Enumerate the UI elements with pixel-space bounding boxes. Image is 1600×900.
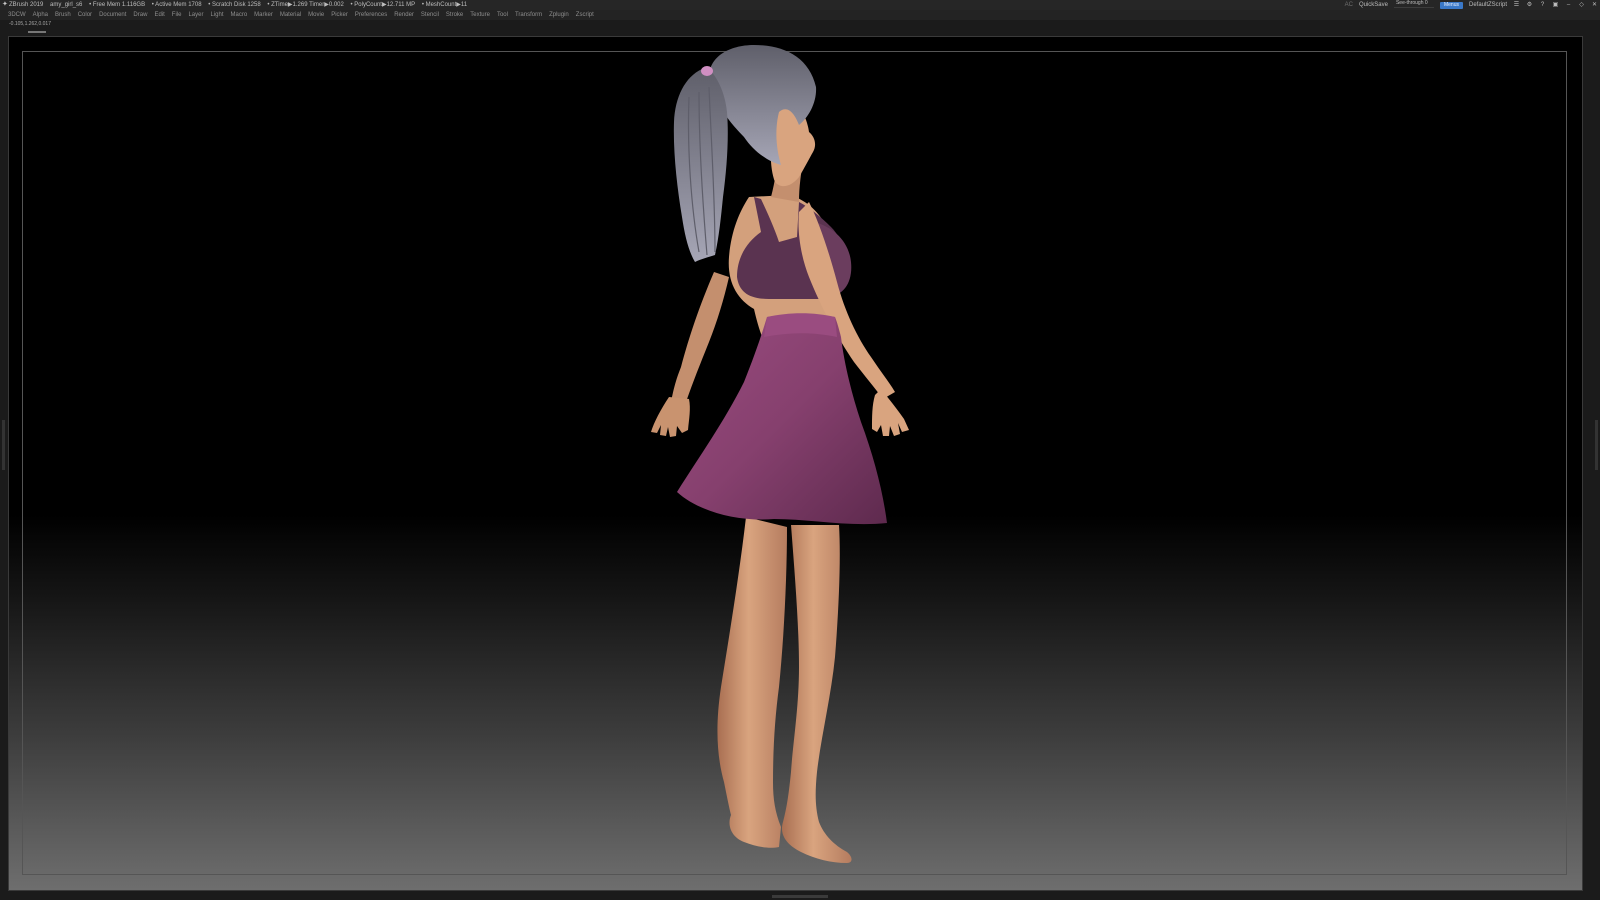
menu-item-stroke[interactable]: Stroke [446, 10, 463, 20]
script-button[interactable]: DefaultZScript [1469, 0, 1507, 10]
status-info: ZBrush 2019 amy_girl_s6 • Free Mem 1.116… [9, 0, 472, 10]
menu-item-preferences[interactable]: Preferences [355, 10, 387, 20]
menu-item-marker[interactable]: Marker [254, 10, 273, 20]
close-icon[interactable]: ✕ [1591, 2, 1598, 9]
maximize-icon[interactable]: ◇ [1578, 2, 1585, 9]
menu-item-zplugin[interactable]: Zplugin [549, 10, 569, 20]
layout-icon[interactable]: ☰ [1513, 2, 1520, 9]
document-tab-handle[interactable] [28, 31, 46, 33]
left-leg [717, 517, 787, 848]
zbrush-logo-icon: ✦ [2, 1, 8, 8]
menu-item-texture[interactable]: Texture [470, 10, 490, 20]
menu-item-transform[interactable]: Transform [515, 10, 542, 20]
left-hand [651, 397, 690, 437]
right-tray-handle[interactable] [1595, 420, 1598, 470]
minimize-icon[interactable]: – [1565, 2, 1572, 9]
character-model[interactable] [9, 37, 1582, 890]
meshcount: • MeshCount▶11 [421, 2, 468, 8]
right-leg [781, 525, 852, 863]
left-arm [671, 272, 729, 405]
free-mem: • Free Mem 1.116GB [89, 2, 146, 8]
menu-item-file[interactable]: File [172, 10, 182, 20]
see-through-track [1393, 7, 1434, 8]
scratch-disk: • Scratch Disk 1258 [208, 2, 261, 8]
app-name: ZBrush 2019 [9, 2, 44, 8]
menu-item-tool[interactable]: Tool [497, 10, 508, 20]
see-through-label: See-through 0 [1395, 0, 1428, 6]
menu-item-zscript[interactable]: Zscript [576, 10, 594, 20]
menu-bar: 3DCW Alpha Brush Color Document Draw Edit File L… [0, 10, 1600, 20]
title-bar-controls: AC QuickSave See-through 0 Menus Default… [1345, 0, 1598, 10]
menu-item-alpha[interactable]: Alpha [33, 10, 48, 20]
menu-item-3dcw[interactable]: 3DCW [8, 10, 26, 20]
menu-item-material[interactable]: Material [280, 10, 301, 20]
active-mem: • Active Mem 1708 [151, 2, 202, 8]
menu-item-edit[interactable]: Edit [154, 10, 164, 20]
menu-item-render[interactable]: Render [394, 10, 414, 20]
menu-item-document[interactable]: Document [99, 10, 126, 20]
menu-item-stencil[interactable]: Stencil [421, 10, 439, 20]
bottom-tray-handle[interactable] [772, 895, 828, 898]
title-bar: ✦ ZBrush 2019 amy_girl_s6 • Free Mem 1.1… [0, 0, 1600, 10]
left-tray-handle[interactable] [2, 420, 5, 470]
canvas-viewport[interactable] [8, 36, 1583, 891]
polycount: • PolyCount▶12.711 MP [350, 2, 416, 8]
menu-item-layer[interactable]: Layer [188, 10, 203, 20]
menu-item-macro[interactable]: Macro [230, 10, 247, 20]
see-through-slider[interactable]: See-through 0 [1393, 0, 1434, 9]
menu-item-color[interactable]: Color [78, 10, 92, 20]
coordinate-readout: -0.105,1.262,0.017 [9, 21, 51, 27]
menu-item-brush[interactable]: Brush [55, 10, 71, 20]
menu-item-draw[interactable]: Draw [133, 10, 147, 20]
menu-item-light[interactable]: Light [210, 10, 223, 20]
lock-icon[interactable]: ▣ [1552, 2, 1559, 9]
file-name: amy_girl_s6 [50, 2, 83, 8]
menu-item-picker[interactable]: Picker [331, 10, 348, 20]
ztime: • ZTime▶1.269 Timer▶0.002 [267, 2, 344, 8]
scrunchie [701, 66, 713, 76]
ac-button[interactable]: AC [1345, 0, 1353, 10]
right-hand [872, 389, 909, 436]
menu-item-movie[interactable]: Movie [308, 10, 324, 20]
quicksave-button[interactable]: QuickSave [1359, 0, 1388, 10]
interface-icon[interactable]: ⚙ [1526, 2, 1533, 9]
menus-button[interactable]: Menus [1439, 1, 1463, 9]
help-icon[interactable]: ? [1539, 2, 1546, 9]
menu-items: 3DCW Alpha Brush Color Document Draw Edit File L… [8, 10, 594, 20]
